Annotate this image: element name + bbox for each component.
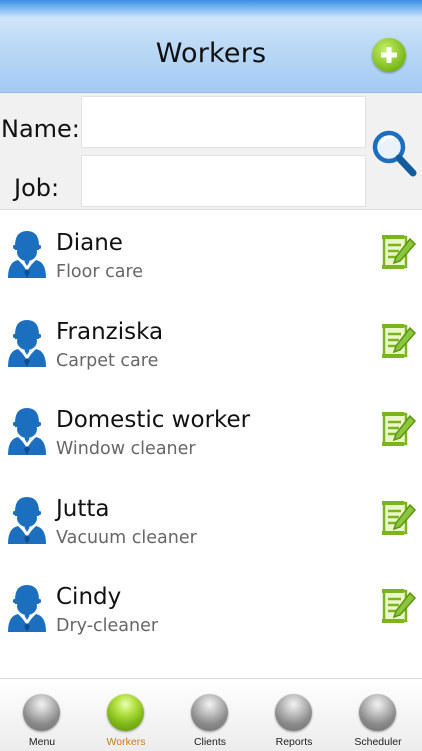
name-label: Name: bbox=[1, 115, 80, 143]
edit-worker-button[interactable] bbox=[380, 585, 417, 625]
tab-label: Scheduler bbox=[354, 736, 402, 748]
worker-job: Carpet care bbox=[56, 350, 159, 371]
worker-job: Dry-cleaner bbox=[56, 616, 159, 636]
edit-worker-button[interactable] bbox=[380, 497, 417, 537]
tab-ball-icon bbox=[107, 694, 144, 731]
tab-ball-icon bbox=[23, 694, 60, 731]
add-worker-button[interactable] bbox=[372, 38, 406, 72]
tab-label: Menu bbox=[28, 736, 56, 748]
worker-avatar-icon bbox=[8, 231, 46, 278]
tab-ball-icon bbox=[275, 694, 312, 731]
worker-row[interactable]: Diane Floor care bbox=[0, 212, 422, 301]
worker-row[interactable]: Jutta Vacuum cleaner bbox=[0, 478, 422, 567]
tab-scheduler[interactable]: Scheduler bbox=[336, 679, 420, 751]
worker-job: Floor care bbox=[56, 262, 144, 282]
title-bar: Workers bbox=[0, 0, 422, 93]
worker-name: Cindy bbox=[56, 584, 122, 610]
bottom-tab-bar: Menu Workers Clients Reports Scheduler bbox=[0, 678, 422, 751]
search-button[interactable] bbox=[370, 127, 418, 179]
worker-row[interactable]: Cindy Dry-cleaner bbox=[0, 566, 422, 655]
tab-ball-icon bbox=[191, 694, 228, 731]
search-panel: Name: Job: bbox=[0, 93, 422, 210]
edit-note-icon bbox=[382, 500, 417, 535]
edit-note-icon bbox=[382, 589, 417, 623]
magnifier-icon bbox=[372, 130, 417, 177]
edit-worker-button[interactable] bbox=[380, 320, 417, 360]
worker-name: Domestic worker bbox=[56, 407, 251, 433]
worker-job: Vacuum cleaner bbox=[56, 527, 197, 548]
worker-name: Diane bbox=[56, 230, 123, 256]
add-plus-icon bbox=[381, 47, 397, 63]
worker-avatar-icon bbox=[8, 585, 46, 632]
tab-reports[interactable]: Reports bbox=[252, 679, 336, 751]
worker-avatar-icon bbox=[8, 319, 46, 367]
worker-name: Franziska bbox=[56, 318, 164, 345]
worker-job: Window cleaner bbox=[56, 439, 196, 459]
worker-avatar bbox=[6, 228, 48, 280]
edit-note-icon bbox=[382, 412, 417, 446]
worker-avatar bbox=[6, 405, 48, 457]
tab-workers[interactable]: Workers bbox=[84, 679, 168, 751]
tab-label: Reports bbox=[275, 736, 313, 748]
name-field[interactable] bbox=[81, 96, 366, 148]
worker-list: Diane Floor care Franziska Carpet care Dom… bbox=[0, 212, 422, 655]
edit-note-icon bbox=[382, 323, 417, 358]
page-title: Workers bbox=[155, 38, 267, 69]
tab-ball-icon bbox=[359, 694, 396, 731]
worker-avatar-icon bbox=[8, 408, 46, 455]
edit-worker-button[interactable] bbox=[380, 231, 417, 271]
job-label: Job: bbox=[14, 174, 60, 202]
tab-clients[interactable]: Clients bbox=[168, 679, 252, 751]
edit-worker-button[interactable] bbox=[380, 408, 417, 448]
edit-note-icon bbox=[382, 235, 417, 269]
worker-avatar-icon bbox=[8, 496, 46, 544]
tab-label: Clients bbox=[193, 736, 227, 748]
worker-avatar bbox=[6, 494, 48, 546]
job-field[interactable] bbox=[81, 155, 366, 207]
worker-avatar bbox=[6, 582, 48, 634]
tab-menu[interactable]: Menu bbox=[0, 679, 84, 751]
worker-name: Jutta bbox=[56, 495, 110, 522]
tab-label: Workers bbox=[106, 736, 146, 748]
worker-row[interactable]: Franziska Carpet care bbox=[0, 301, 422, 390]
worker-avatar bbox=[6, 317, 48, 369]
worker-row[interactable]: Domestic worker Window cleaner bbox=[0, 389, 422, 478]
